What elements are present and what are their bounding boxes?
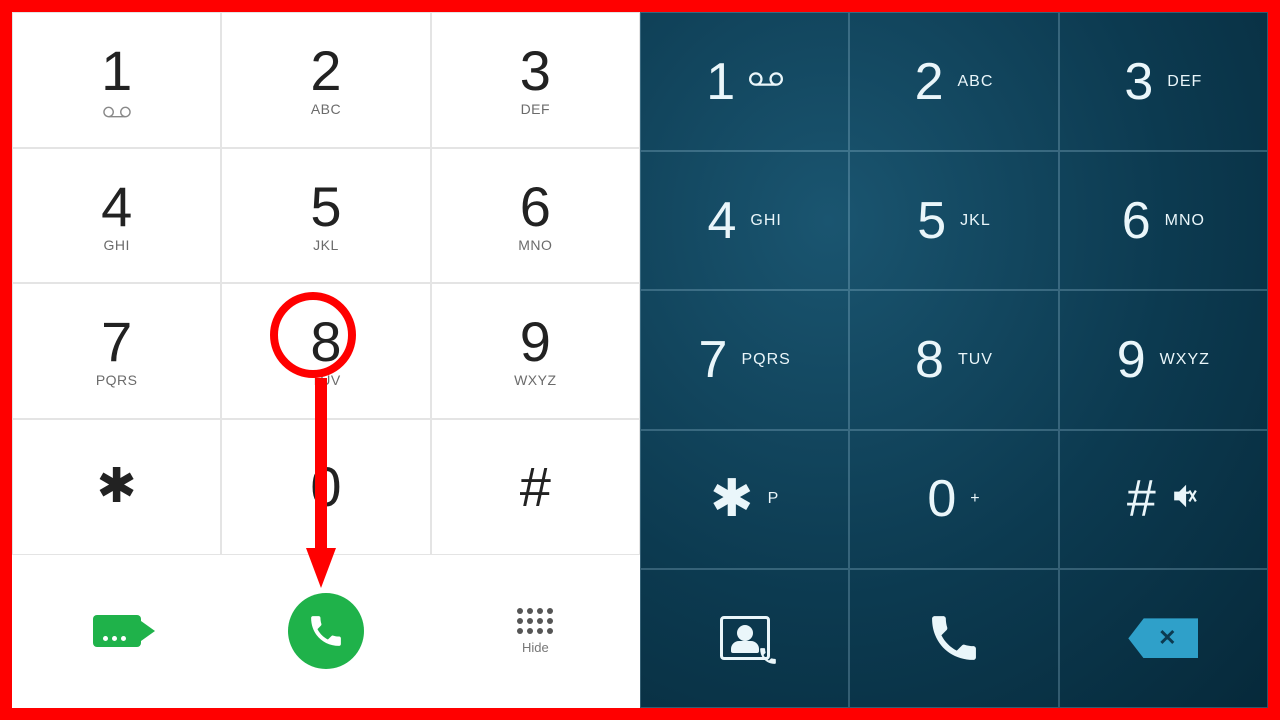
phone-icon — [926, 610, 982, 666]
dark-digit-3: 3 — [1124, 56, 1153, 108]
dark-key-4[interactable]: 4 GHI — [640, 151, 849, 290]
dark-call-button[interactable] — [849, 569, 1058, 708]
contact-card-icon — [720, 616, 770, 660]
digit-0: 0 — [310, 459, 341, 515]
letters-7: PQRS — [96, 372, 138, 388]
dark-key-1[interactable]: 1 — [640, 12, 849, 151]
letters-6: MNO — [518, 237, 552, 253]
dark-letters-9: WXYZ — [1160, 351, 1210, 369]
dark-key-3[interactable]: 3 DEF — [1059, 12, 1268, 151]
light-dialer-actions: Hide — [12, 555, 640, 708]
dark-dialer-keypad: 1 2 ABC 3 DEF 4 GHI 5 JKL 6 — [640, 12, 1268, 708]
digit-2: 2 — [310, 43, 341, 99]
dark-key-hash[interactable]: # — [1059, 430, 1268, 569]
key-star[interactable]: ✱ — [12, 419, 221, 555]
key-hash[interactable]: # — [431, 419, 640, 555]
backspace-button[interactable]: ✕ — [1059, 569, 1268, 708]
light-dialer-keypad: 1 2 ABC 3 DEF 4 GHI 5 JKL 6 — [12, 12, 640, 555]
key-0[interactable]: 0 — [221, 419, 430, 555]
phone-icon — [288, 593, 364, 669]
dark-dialer-panel: 1 2 ABC 3 DEF 4 GHI 5 JKL 6 — [640, 12, 1268, 708]
dark-digit-5: 5 — [917, 195, 946, 247]
dark-digit-1: 1 — [706, 56, 735, 108]
letters-2: ABC — [311, 101, 341, 117]
letters-4: GHI — [103, 237, 129, 253]
key-8[interactable]: 8 TUV — [221, 283, 430, 419]
key-5[interactable]: 5 JKL — [221, 148, 430, 284]
key-9[interactable]: 9 WXYZ — [431, 283, 640, 419]
digit-8: 8 — [310, 314, 341, 370]
key-6[interactable]: 6 MNO — [431, 148, 640, 284]
key-4[interactable]: 4 GHI — [12, 148, 221, 284]
key-2[interactable]: 2 ABC — [221, 12, 430, 148]
dark-key-8[interactable]: 8 TUV — [849, 290, 1058, 429]
hide-keypad-button[interactable]: Hide — [431, 555, 640, 708]
letters-8: TUV — [311, 372, 341, 388]
dark-key-2[interactable]: 2 ABC — [849, 12, 1058, 151]
backspace-icon: ✕ — [1128, 618, 1198, 658]
dark-letters-5: JKL — [960, 212, 991, 230]
dark-digit-star: ✱ — [710, 473, 754, 525]
dark-letters-2: ABC — [958, 73, 994, 91]
voicemail-icon — [103, 105, 131, 117]
dark-digit-7: 7 — [699, 334, 728, 386]
call-button[interactable] — [221, 555, 430, 708]
dark-digit-6: 6 — [1122, 195, 1151, 247]
keypad-dots-icon — [517, 608, 553, 634]
video-icon — [93, 615, 141, 647]
digit-3: 3 — [520, 43, 551, 99]
digit-star: ✱ — [97, 463, 137, 511]
light-dialer-panel: 1 2 ABC 3 DEF 4 GHI 5 JKL 6 — [12, 12, 640, 708]
dark-key-6[interactable]: 6 MNO — [1059, 151, 1268, 290]
voicemail-icon — [749, 72, 783, 91]
dark-letters-6: MNO — [1165, 212, 1205, 230]
digit-hash: # — [520, 459, 551, 515]
letters-5: JKL — [313, 237, 339, 253]
hide-label: Hide — [522, 640, 549, 655]
letters-9: WXYZ — [514, 372, 556, 388]
key-1[interactable]: 1 — [12, 12, 221, 148]
dark-key-0[interactable]: 0 + — [849, 430, 1058, 569]
dark-digit-4: 4 — [707, 195, 736, 247]
digit-4: 4 — [101, 179, 132, 235]
video-call-button[interactable] — [12, 555, 221, 708]
letters-3: DEF — [521, 101, 551, 117]
dark-key-9[interactable]: 9 WXYZ — [1059, 290, 1268, 429]
dark-digit-8: 8 — [915, 334, 944, 386]
dark-letters-4: GHI — [750, 212, 781, 230]
dark-letters-star: P — [768, 490, 780, 508]
digit-7: 7 — [101, 314, 132, 370]
dark-letters-7: PQRS — [741, 351, 790, 369]
mute-icon — [1170, 483, 1200, 516]
digit-6: 6 — [520, 179, 551, 235]
dark-digit-0: 0 — [927, 473, 956, 525]
key-3[interactable]: 3 DEF — [431, 12, 640, 148]
digit-9: 9 — [520, 314, 551, 370]
dark-letters-3: DEF — [1167, 73, 1202, 91]
digit-1: 1 — [101, 43, 132, 99]
dark-digit-hash: # — [1127, 473, 1156, 525]
contacts-button[interactable] — [640, 569, 849, 708]
dark-digit-2: 2 — [915, 56, 944, 108]
dark-key-5[interactable]: 5 JKL — [849, 151, 1058, 290]
key-7[interactable]: 7 PQRS — [12, 283, 221, 419]
dark-key-star[interactable]: ✱ P — [640, 430, 849, 569]
dark-letters-0: + — [970, 490, 980, 508]
dark-digit-9: 9 — [1117, 334, 1146, 386]
digit-5: 5 — [310, 179, 341, 235]
dark-letters-8: TUV — [958, 351, 993, 369]
dark-key-7[interactable]: 7 PQRS — [640, 290, 849, 429]
